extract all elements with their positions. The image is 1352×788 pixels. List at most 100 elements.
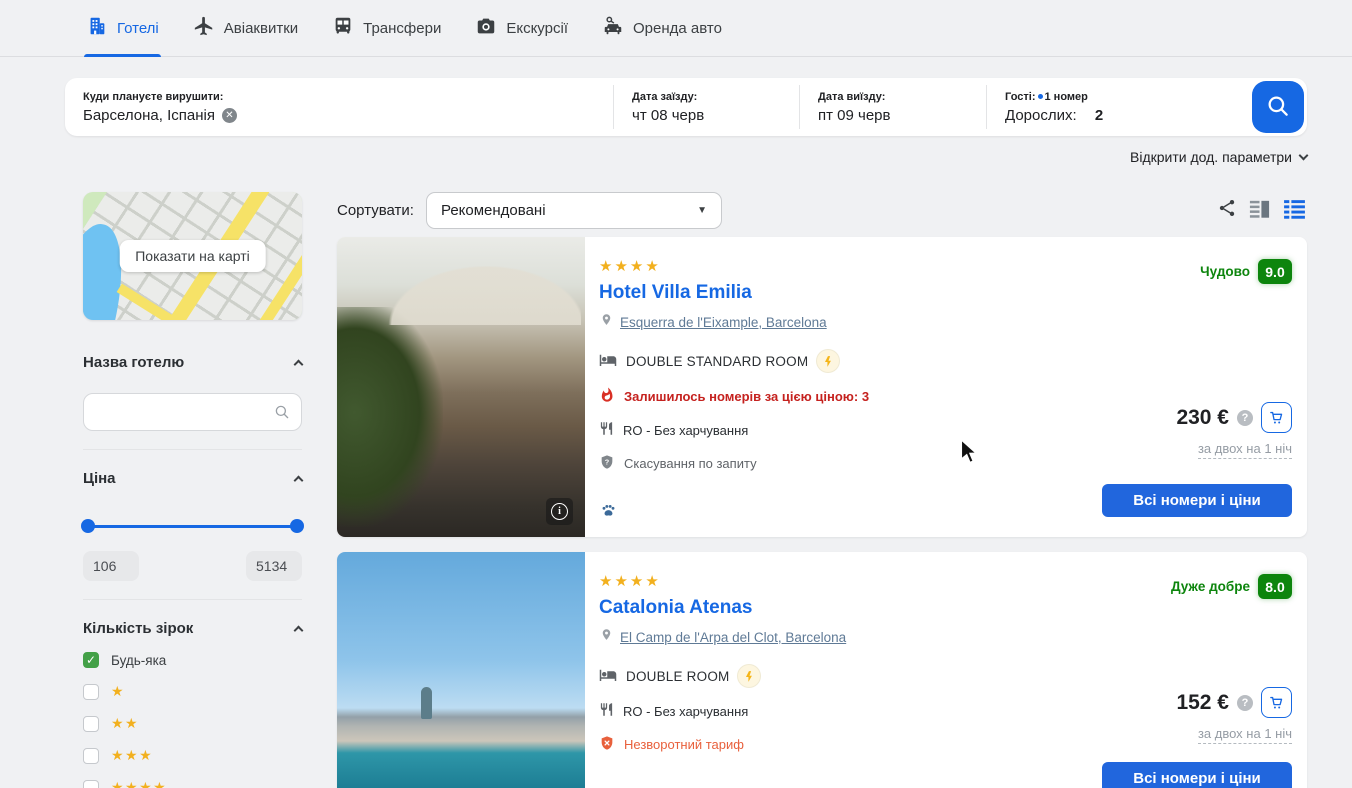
hotel-location-link[interactable]: Esquerra de l'Eixample, Barcelona bbox=[620, 315, 827, 330]
share-icon[interactable] bbox=[1217, 198, 1237, 223]
sort-label: Сортувати: bbox=[337, 202, 414, 219]
hotel-name-search-input[interactable] bbox=[83, 393, 302, 431]
sort-select[interactable]: Рекомендовані ▼ bbox=[426, 192, 722, 229]
photo-umbrella bbox=[371, 255, 581, 325]
all-rooms-button[interactable]: Всі номери і ціни bbox=[1102, 484, 1292, 517]
price-max-input[interactable]: 5134 bbox=[246, 551, 302, 581]
guest-rating: Чудово 9.0 bbox=[1200, 259, 1292, 284]
meal-plan: RO - Без харчування bbox=[623, 423, 748, 438]
slider-handle-min[interactable] bbox=[81, 519, 95, 533]
hotel-card: i ★★★★ Hotel Villa Emilia Esquerra de l'… bbox=[337, 237, 1307, 537]
search-bar: Куди плануєте вирушити: Барселона, Іспан… bbox=[65, 78, 1307, 136]
hotel-star-rating: ★★★★ bbox=[599, 257, 1292, 275]
show-on-map-button[interactable]: Показати на карті bbox=[119, 240, 266, 272]
guests-adults-value: 2 bbox=[1095, 107, 1103, 124]
sort-selected-value: Рекомендовані bbox=[441, 202, 546, 219]
rooms-left-text: Залишилось номерів за цією ціною: 3 bbox=[624, 389, 869, 404]
non-refundable-text: Незворотний тариф bbox=[624, 737, 744, 752]
plane-icon bbox=[193, 15, 215, 41]
building-icon bbox=[86, 15, 108, 41]
extra-params-toggle[interactable]: Відкрити дод. параметри bbox=[1130, 149, 1307, 165]
star-icons: ★★ bbox=[111, 715, 139, 732]
stars-filter-title: Кількість зірок bbox=[83, 620, 193, 637]
dot-separator-icon bbox=[1038, 94, 1043, 99]
checkout-field[interactable]: Дата виїзду: пт 09 черв bbox=[799, 85, 986, 129]
grid-view-icon[interactable] bbox=[1248, 197, 1271, 225]
rating-label: Чудово bbox=[1200, 264, 1250, 279]
price-note[interactable]: за двох на 1 ніч bbox=[1198, 726, 1292, 744]
stars-filter: Кількість зірок ✓ Будь-яка ★ ★★ bbox=[83, 600, 302, 788]
bus-icon bbox=[332, 15, 354, 41]
guests-rooms: 1 номер bbox=[1045, 91, 1088, 103]
tab-flights[interactable]: Авіаквитки bbox=[191, 0, 300, 56]
camera-icon bbox=[475, 15, 497, 41]
add-to-cart-button[interactable] bbox=[1261, 687, 1292, 718]
tab-label: Авіаквитки bbox=[224, 20, 298, 37]
room-type: DOUBLE ROOM bbox=[626, 669, 729, 684]
filters-sidebar: Показати на карті Назва готелю Ціна bbox=[83, 192, 302, 788]
star-icons: ★★★ bbox=[111, 747, 153, 764]
all-rooms-button[interactable]: Всі номери і ціни bbox=[1102, 762, 1292, 788]
add-to-cart-button[interactable] bbox=[1261, 402, 1292, 433]
hotel-name-link[interactable]: Catalonia Atenas bbox=[599, 597, 1292, 619]
checkbox-checked-icon[interactable]: ✓ bbox=[83, 652, 99, 668]
page: Готелі Авіаквитки Трансфери Екскурсії Ор… bbox=[0, 0, 1352, 788]
stars-option-4[interactable]: ★★★★ bbox=[83, 779, 302, 788]
slider-handle-max[interactable] bbox=[290, 519, 304, 533]
stars-filter-header[interactable]: Кількість зірок bbox=[83, 620, 302, 637]
sort-row: Сортувати: Рекомендовані ▼ bbox=[337, 192, 1307, 229]
shield-x-icon bbox=[599, 735, 615, 754]
price-help-icon[interactable]: ? bbox=[1237, 410, 1253, 426]
location-pin-icon bbox=[599, 628, 614, 646]
info-icon[interactable]: i bbox=[546, 498, 573, 525]
price-value: 152 € bbox=[1176, 691, 1229, 715]
tab-hotels[interactable]: Готелі bbox=[84, 0, 161, 56]
price-note[interactable]: за двох на 1 ніч bbox=[1198, 441, 1292, 459]
price-min-input[interactable]: 106 bbox=[83, 551, 139, 581]
stars-option-1[interactable]: ★ bbox=[83, 683, 302, 700]
product-tabs: Готелі Авіаквитки Трансфери Екскурсії Ор… bbox=[0, 0, 1352, 57]
star-icons: ★★★★ bbox=[111, 779, 167, 788]
list-view-icon[interactable] bbox=[1282, 196, 1307, 226]
checkbox-icon[interactable] bbox=[83, 716, 99, 732]
hotel-location-link[interactable]: El Camp de l'Arpa del Clot, Barcelona bbox=[620, 630, 846, 645]
bed-icon bbox=[599, 351, 617, 372]
tab-label: Екскурсії bbox=[506, 20, 568, 37]
destination-field[interactable]: Куди плануєте вирушити: Барселона, Іспан… bbox=[65, 85, 613, 129]
photo-plant bbox=[337, 307, 443, 527]
svg-text:?: ? bbox=[605, 457, 610, 466]
guests-field[interactable]: Гості:1 номер Дорослих: 2 bbox=[986, 85, 1252, 129]
checkin-label: Дата заїзду: bbox=[632, 91, 781, 103]
hotel-photo[interactable]: i bbox=[337, 237, 585, 537]
stars-option-3[interactable]: ★★★ bbox=[83, 747, 302, 764]
tab-car-rental[interactable]: Оренда авто bbox=[600, 0, 724, 56]
checkin-field[interactable]: Дата заїзду: чт 08 черв bbox=[613, 85, 799, 129]
meal-icon bbox=[599, 421, 614, 439]
price-filter: Ціна 106 5134 bbox=[83, 450, 302, 600]
price-range-slider[interactable] bbox=[83, 519, 302, 533]
hotel-name-filter-header[interactable]: Назва готелю bbox=[83, 354, 302, 371]
chevron-up-icon bbox=[294, 476, 304, 486]
hotel-photo[interactable]: i bbox=[337, 552, 585, 788]
checkbox-icon[interactable] bbox=[83, 684, 99, 700]
search-icon bbox=[1265, 93, 1291, 122]
clear-destination-icon[interactable]: ✕ bbox=[222, 108, 237, 123]
bed-icon bbox=[599, 666, 617, 687]
rating-score-badge: 9.0 bbox=[1258, 259, 1292, 284]
checkbox-icon[interactable] bbox=[83, 780, 99, 788]
tab-label: Оренда авто bbox=[633, 20, 722, 37]
tab-transfers[interactable]: Трансфери bbox=[330, 0, 443, 56]
price-help-icon[interactable]: ? bbox=[1237, 695, 1253, 711]
checkbox-icon[interactable] bbox=[83, 748, 99, 764]
search-button[interactable] bbox=[1252, 81, 1304, 133]
stars-option-2[interactable]: ★★ bbox=[83, 715, 302, 732]
hotel-name-link[interactable]: Hotel Villa Emilia bbox=[599, 282, 1292, 304]
map-preview[interactable]: Показати на карті bbox=[83, 192, 302, 320]
guest-rating: Дуже добре 8.0 bbox=[1171, 574, 1292, 599]
price-filter-header[interactable]: Ціна bbox=[83, 470, 302, 487]
tab-excursions[interactable]: Екскурсії bbox=[473, 0, 570, 56]
stars-option-any[interactable]: ✓ Будь-яка bbox=[83, 652, 302, 668]
location-pin-icon bbox=[599, 313, 614, 331]
checkout-label: Дата виїзду: bbox=[818, 91, 968, 103]
extra-params-label: Відкрити дод. параметри bbox=[1130, 149, 1292, 165]
